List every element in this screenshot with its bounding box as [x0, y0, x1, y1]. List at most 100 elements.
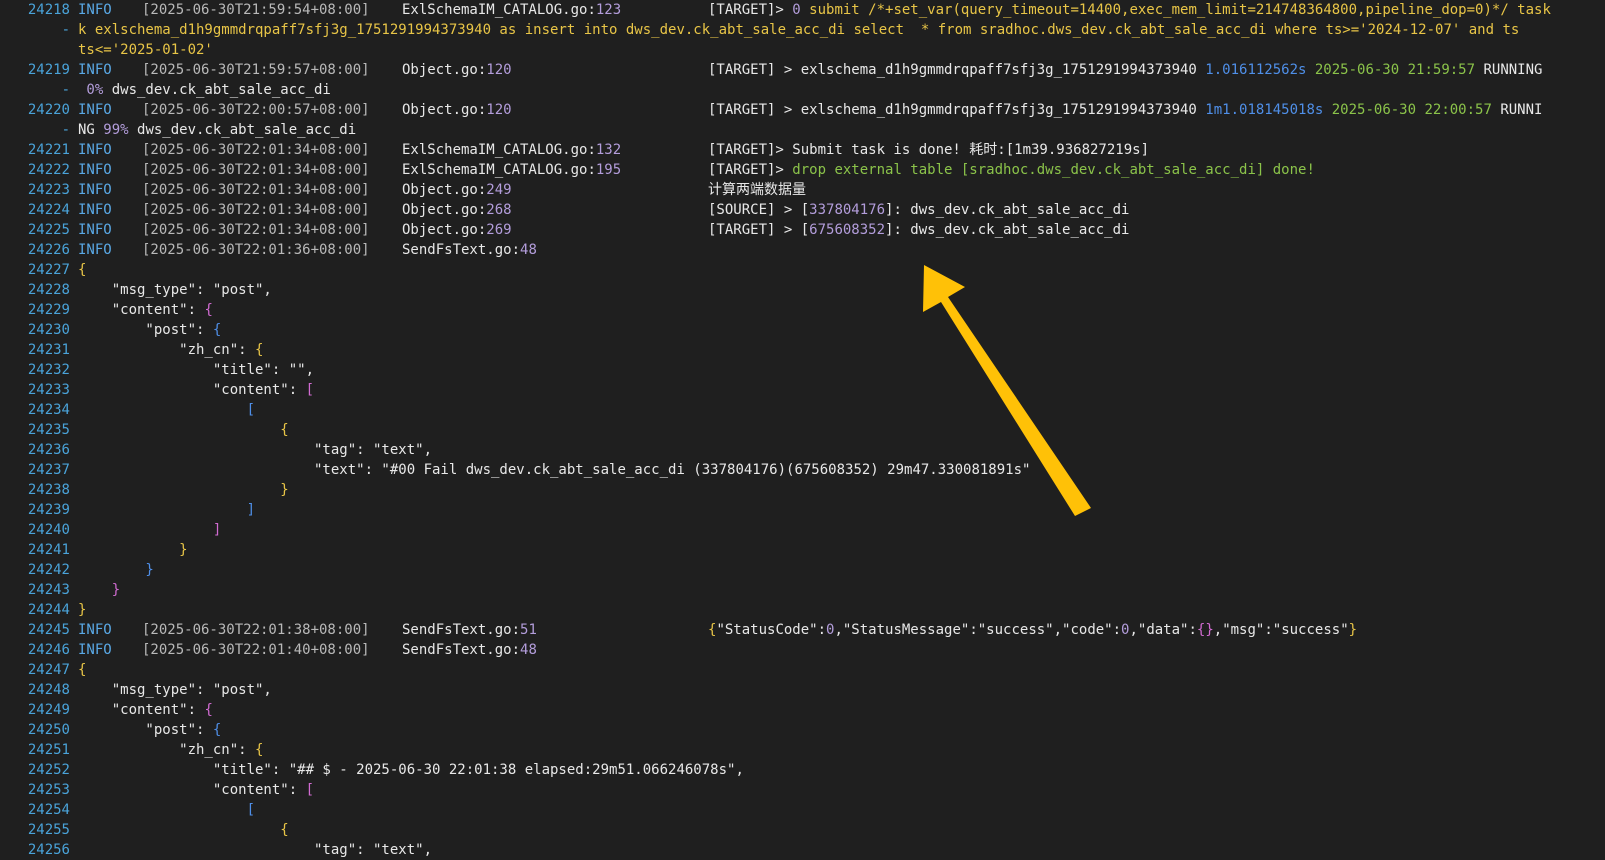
- line-number: 24222: [27, 162, 70, 178]
- source-file: Object.go: [402, 182, 478, 198]
- json-segment: {: [204, 302, 213, 318]
- log-source: Object.go:268: [402, 200, 512, 220]
- line-number: 24254: [27, 802, 70, 818]
- source-line: 120: [486, 102, 512, 118]
- json-segment: "content":: [78, 302, 205, 318]
- json-segment: "text": "#00 Fail dws_dev.ck_abt_sale_ac…: [78, 462, 1031, 478]
- log-source: Object.go:269: [402, 220, 512, 240]
- source-line: 48: [520, 642, 537, 658]
- log-line: 24256 "tag": "text",: [0, 840, 1605, 860]
- line-number: 24255: [27, 822, 70, 838]
- log-line: 24238 }: [0, 480, 1605, 500]
- json-body: "msg_type": "post",: [78, 280, 272, 300]
- log-line: 24225 INFO [2025-06-30T22:01:34+08:00] Obje…: [0, 220, 1605, 240]
- log-timestamp: [2025-06-30T21:59:57+08:00]: [142, 62, 370, 78]
- json-body: [: [78, 800, 255, 820]
- line-number: 24235: [27, 422, 70, 438]
- source-line: 132: [595, 142, 622, 158]
- log-level: INFO: [78, 102, 112, 118]
- line-number: 24223: [27, 182, 70, 198]
- source-line: 51: [520, 622, 537, 638]
- log-line: 24247 {: [0, 660, 1605, 680]
- json-body: "post": {: [78, 320, 221, 340]
- json-body: {: [78, 260, 86, 280]
- log-line: 24242 }: [0, 560, 1605, 580]
- json-body: }: [78, 600, 86, 620]
- log-level: INFO: [78, 182, 112, 198]
- json-segment: {: [78, 662, 87, 678]
- json-segment: {: [255, 742, 264, 758]
- line-number: 24228: [27, 282, 70, 298]
- message-segment: 0: [792, 2, 801, 18]
- source-file: Object.go: [402, 202, 478, 218]
- source-line: 120: [486, 62, 512, 78]
- line-number: 24218: [27, 2, 70, 18]
- line-number: 24250: [27, 722, 70, 738]
- message-segment: [1m39.936827219s]: [1005, 142, 1150, 158]
- json-segment: }: [78, 602, 87, 618]
- log-line: 24220 INFO [2025-06-30T22:00:57+08:00] Obje…: [0, 100, 1605, 120]
- log-line: 24222 INFO [2025-06-30T22:01:34+08:00] ExlS…: [0, 160, 1605, 180]
- json-body: "tag": "text",: [78, 840, 432, 860]
- log-line: 24218 INFO [2025-06-30T21:59:54+08:00] ExlS…: [0, 0, 1605, 20]
- log-line: 24221 INFO [2025-06-30T22:01:34+08:00] ExlS…: [0, 140, 1605, 160]
- line-number: 24231: [27, 342, 70, 358]
- log-message: 计算两端数据量: [708, 180, 806, 200]
- log-source: Object.go:120: [402, 100, 512, 120]
- log-source: SendFsText.go:48: [402, 240, 537, 260]
- line-number: 24219: [27, 62, 70, 78]
- log-line: 24227 {: [0, 260, 1605, 280]
- continuation-segment: dws_dev.ck_abt_sale_acc_di: [111, 82, 331, 98]
- line-number: 24230: [27, 322, 70, 338]
- message-segment: "StatusCode":: [716, 622, 827, 638]
- json-body: "text": "#00 Fail dws_dev.ck_abt_sale_ac…: [78, 460, 1030, 480]
- json-segment: "msg_type": "post",: [78, 682, 272, 698]
- json-body: [: [78, 400, 255, 420]
- line-number: 24226: [27, 242, 70, 258]
- log-line: 24224 INFO [2025-06-30T22:01:34+08:00] Obje…: [0, 200, 1605, 220]
- source-line: 48: [520, 242, 537, 258]
- log-line: 24231 "zh_cn": {: [0, 340, 1605, 360]
- json-segment: "content":: [78, 382, 306, 398]
- log-timestamp: [2025-06-30T22:01:34+08:00]: [142, 182, 370, 198]
- json-body: ]: [78, 520, 221, 540]
- log-timestamp: [2025-06-30T22:01:38+08:00]: [142, 622, 370, 638]
- line-number: 24237: [27, 462, 70, 478]
- log-line: 24239 ]: [0, 500, 1605, 520]
- message-segment: 675608352: [809, 222, 886, 238]
- source-line: 195: [595, 162, 622, 178]
- log-timestamp: [2025-06-30T21:59:54+08:00]: [142, 2, 370, 18]
- line-number: 24233: [27, 382, 70, 398]
- line-number: 24220: [27, 102, 70, 118]
- json-body: "title": "",: [78, 360, 314, 380]
- continuation-segment: 0%: [78, 82, 112, 98]
- line-number: 24241: [27, 542, 70, 558]
- message-segment: 2025-06-30 22:00:57: [1323, 102, 1501, 118]
- continuation-segment: k exlschema_d1h9gmmdrqpaff7sfj3g_1751291…: [78, 22, 1520, 38]
- log-timestamp: [2025-06-30T22:01:34+08:00]: [142, 202, 370, 218]
- message-segment: RUNNING: [1483, 62, 1543, 78]
- json-body: "msg_type": "post",: [78, 680, 272, 700]
- json-body: "content": [: [78, 780, 314, 800]
- log-level: INFO: [78, 202, 112, 218]
- line-number: 24248: [27, 682, 70, 698]
- source-file: SendFsText.go: [402, 622, 512, 638]
- log-source: Object.go:120: [402, 60, 512, 80]
- continuation-segment: dws_dev.ck_abt_sale_acc_di: [128, 122, 357, 138]
- wrapped-continuation: NG 99% dws_dev.ck_abt_sale_acc_di: [78, 120, 356, 140]
- log-timestamp: [2025-06-30T22:01:34+08:00]: [142, 142, 370, 158]
- source-file: ExlSchemaIM_CATALOG.go: [402, 2, 588, 18]
- json-segment: "zh_cn":: [78, 342, 256, 358]
- json-body: }: [78, 580, 120, 600]
- log-line: 24251 "zh_cn": {: [0, 740, 1605, 760]
- log-line: 24245 INFO [2025-06-30T22:01:38+08:00] Send…: [0, 620, 1605, 640]
- log-line: 24230 "post": {: [0, 320, 1605, 340]
- log-timestamp: [2025-06-30T22:00:57+08:00]: [142, 102, 370, 118]
- json-segment: {: [204, 702, 213, 718]
- json-segment: ]: [78, 522, 222, 538]
- message-segment: ,"data":: [1129, 622, 1197, 638]
- log-line: 24240 ]: [0, 520, 1605, 540]
- log-viewer: 24218 INFO [2025-06-30T21:59:54+08:00] ExlS…: [0, 0, 1605, 860]
- log-source: ExlSchemaIM_CATALOG.go:123: [402, 0, 621, 20]
- message-segment: ,"StatusMessage":"success","code":: [834, 622, 1122, 638]
